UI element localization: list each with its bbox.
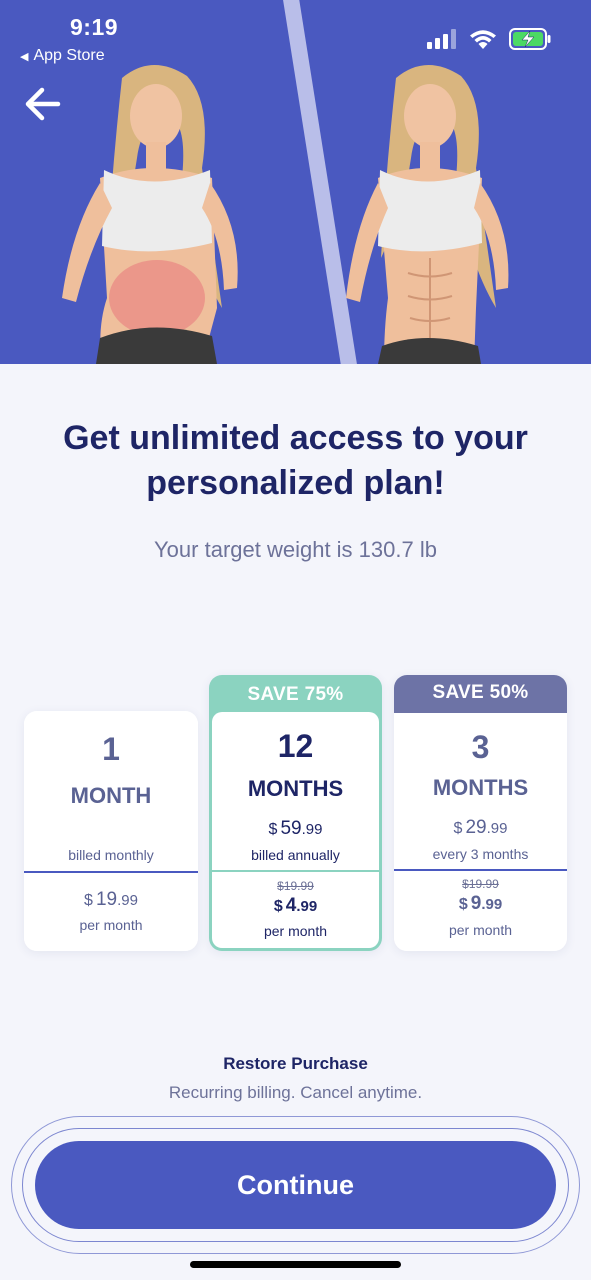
plan-card-body: 3 MONTHS $29.99 every 3 months $19.99 $9…	[394, 713, 567, 951]
after-illustration	[326, 58, 526, 364]
status-icons	[427, 28, 551, 50]
plan-total-price: $59.99	[212, 818, 379, 840]
wifi-icon	[470, 30, 496, 49]
battery-charging-icon	[509, 28, 551, 50]
plan-duration-number: 3	[471, 729, 490, 765]
plan-billing-text: every 3 months	[432, 846, 529, 862]
page-title: Get unlimited access to your personalize…	[0, 416, 591, 506]
plan-total-price: $29.99	[394, 817, 567, 839]
price-dollars: 29	[465, 817, 487, 838]
plan-divider	[394, 869, 567, 871]
plan-per-month-price: $4.99	[212, 895, 379, 917]
plan-card-1-month[interactable]: 1 MONTH billed monthly $19.99 per month	[24, 711, 198, 951]
status-bar: 9:19 ◀ App Store	[0, 0, 591, 76]
price-cents: .99	[117, 892, 138, 909]
price-dollars: 4	[285, 895, 297, 916]
status-time: 9:19	[70, 14, 119, 40]
per-month-label: per month	[79, 917, 143, 933]
price-dollars: 9	[470, 893, 482, 914]
recurring-billing-note: Recurring billing. Cancel anytime.	[168, 1083, 423, 1102]
currency-symbol: $	[268, 821, 278, 838]
plan-billing-text: billed monthly	[68, 847, 154, 863]
currency-symbol: $	[458, 896, 468, 913]
plan-card-3-months[interactable]: SAVE 50% 3 MONTHS $29.99 every 3 months …	[394, 675, 567, 951]
price-cents: .99	[486, 820, 508, 837]
plan-billing-text: billed annually	[251, 847, 340, 863]
plan-divider	[24, 871, 198, 873]
back-to-app-store-link[interactable]: ◀ App Store	[20, 47, 105, 65]
plan-per-month-price: $19.99	[24, 889, 198, 911]
currency-symbol: $	[453, 820, 463, 837]
plan-divider	[212, 870, 379, 872]
plan-duration-unit: MONTH	[70, 783, 152, 808]
plan-card-body: 1 MONTH billed monthly $19.99 per month	[24, 711, 198, 951]
save-badge: SAVE 50%	[394, 675, 567, 713]
arrow-left-icon[interactable]	[24, 86, 62, 122]
back-app-label: App Store	[33, 47, 105, 64]
plan-card-12-months[interactable]: SAVE 75% 12 MONTHS $59.99 billed annuall…	[209, 675, 382, 951]
caret-left-icon: ◀	[20, 50, 29, 63]
currency-symbol: $	[84, 892, 93, 909]
price-cents: .99	[481, 896, 503, 913]
price-cents: .99	[301, 821, 323, 838]
original-price: $19.99	[277, 879, 314, 893]
home-indicator	[190, 1261, 401, 1268]
target-weight-text: Your target weight is 130.7 lb	[154, 537, 437, 562]
plan-duration-unit: MONTHS	[432, 775, 529, 800]
save-badge: SAVE 75%	[247, 684, 344, 705]
original-price: $19.99	[462, 877, 499, 891]
price-cents: .99	[296, 898, 318, 915]
continue-button[interactable]: Continue	[35, 1141, 556, 1229]
plan-card-body: 12 MONTHS $59.99 billed annually $19.99 …	[212, 712, 379, 948]
hero-banner: 9:19 ◀ App Store	[0, 0, 591, 364]
price-dollars: 19	[95, 889, 118, 910]
per-month-label: per month	[448, 922, 513, 938]
price-dollars: 59	[280, 818, 302, 839]
page-title-line-1: Get unlimited access to your	[63, 419, 528, 457]
plan-duration-number: 12	[277, 728, 314, 764]
plan-duration-number: 1	[102, 731, 120, 767]
restore-purchase-link[interactable]: Restore Purchase	[0, 1054, 591, 1074]
page-title-line-2: personalized plan!	[146, 464, 445, 502]
plan-per-month-price: $9.99	[394, 893, 567, 915]
per-month-label: per month	[263, 923, 328, 939]
before-illustration	[52, 58, 252, 364]
plan-duration-unit: MONTHS	[247, 776, 344, 801]
cellular-signal-icon	[427, 29, 456, 49]
currency-symbol: $	[273, 898, 283, 915]
